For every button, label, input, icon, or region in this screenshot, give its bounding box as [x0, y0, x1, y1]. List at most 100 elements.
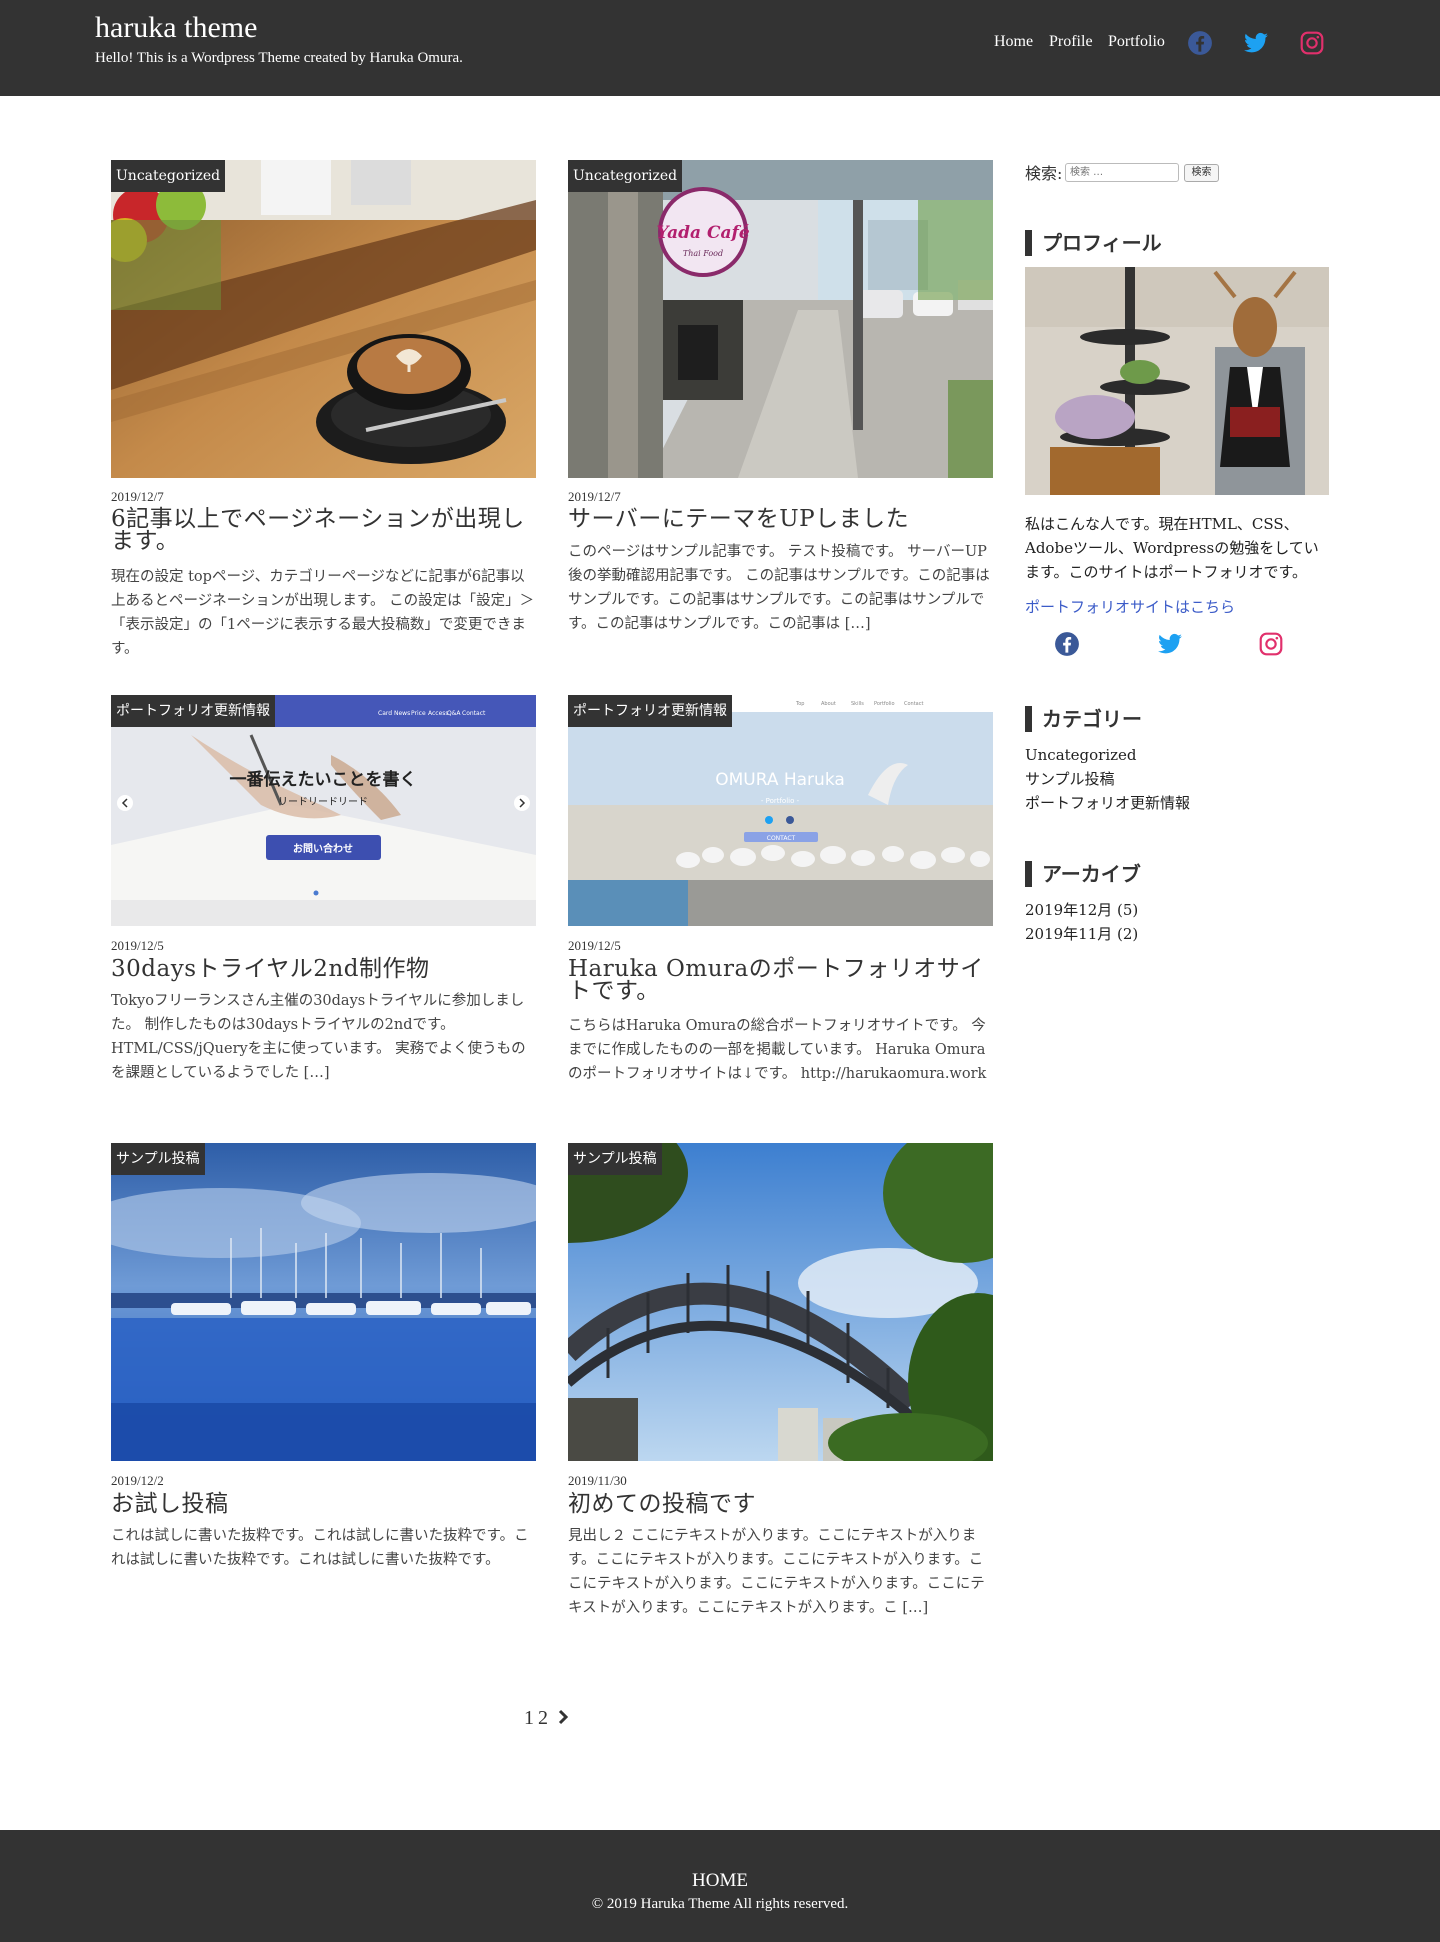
profile-text: 私はこんな人です。現在HTML、CSS、Adobeツール、Wordpressの勉…	[1025, 515, 1319, 581]
post-date: 2019/12/7	[111, 489, 164, 504]
lp-nav-card: Card	[378, 710, 392, 717]
footer-copyright: © 2019 Haruka Theme All rights reserved.	[591, 1896, 849, 1912]
page-number-current: 1	[524, 1707, 534, 1729]
post-card: Card News Price Access Q&A Contact 一番伝えた…	[111, 695, 536, 1115]
post-title[interactable]: 30daysトライヤル2nd制作物	[111, 958, 536, 981]
twitter-icon[interactable]	[1243, 30, 1269, 56]
twitter-icon[interactable]	[1157, 631, 1183, 657]
category-tag[interactable]: ポートフォリオ更新情報	[111, 695, 275, 727]
category-link[interactable]: サンプル投稿	[1025, 770, 1115, 788]
category-tag[interactable]: ポートフォリオ更新情報	[568, 695, 732, 727]
post-date: 2019/12/2	[111, 1473, 164, 1488]
pf-nav-contact: Contact	[904, 701, 923, 707]
facebook-icon[interactable]	[1054, 631, 1080, 657]
harbour-bridge-image	[568, 1143, 993, 1461]
site-footer: HOME © 2019 Haruka Theme All rights rese…	[0, 1830, 1440, 1942]
site-header: haruka theme Hello! This is a Wordpress …	[0, 0, 1440, 96]
pf-nav-about: About	[821, 701, 836, 707]
search-button[interactable]: 検索	[1184, 164, 1219, 182]
category-tag[interactable]: サンプル投稿	[111, 1143, 205, 1175]
post-thumbnail[interactable]: Uncategorized	[111, 160, 536, 478]
pf-nav-skills: Skills	[851, 701, 864, 707]
instagram-icon[interactable]	[1299, 30, 1325, 56]
category-tag[interactable]: サンプル投稿	[568, 1143, 662, 1175]
archive-widget-title: アーカイブ	[1025, 861, 1141, 887]
post-excerpt: 見出し２ ここにテキストが入ります。ここにテキストが入ります。ここにテキストが入…	[568, 1528, 985, 1616]
category-link[interactable]: ポートフォリオ更新情報	[1025, 794, 1190, 812]
profile-widget-title: プロフィール	[1025, 230, 1162, 256]
post-date: 2019/12/5	[111, 938, 164, 953]
post-title[interactable]: お試し投稿	[111, 1493, 536, 1516]
post-title[interactable]: 6記事以上でページネーションが出現します。	[111, 508, 536, 553]
lp-nav-contact: Contact	[462, 710, 486, 717]
lp-nav-access: Access	[428, 710, 449, 717]
page-number-link[interactable]: 2	[538, 1707, 548, 1729]
post-card: Yada Café Thai Food Uncategorized 2019/1…	[568, 160, 993, 660]
facebook-icon[interactable]	[1187, 30, 1213, 56]
post-title[interactable]: 初めての投稿です	[568, 1493, 993, 1516]
post-date: 2019/11/30	[568, 1473, 627, 1488]
cafe-sign-name: Yada Café	[656, 223, 750, 243]
list-item: ポートフォリオ更新情報	[1025, 791, 1190, 815]
nav-portfolio-link[interactable]: Portfolio	[1108, 33, 1165, 51]
lp-contact-button: お問い合わせ	[293, 842, 353, 855]
post-date: 2019/12/5	[568, 938, 621, 953]
category-tag[interactable]: Uncategorized	[111, 160, 226, 192]
post-date: 2019/12/7	[568, 489, 621, 504]
pf-name: OMURA Haruka	[715, 770, 845, 790]
chevron-right-icon[interactable]	[557, 1709, 569, 1725]
post-thumbnail[interactable]: サンプル投稿	[111, 1143, 536, 1461]
post-title[interactable]: Haruka Omuraのポートフォリオサイトです。	[568, 958, 993, 1003]
cafe-sign-sub: Thai Food	[683, 249, 723, 258]
list-item: Uncategorized	[1025, 743, 1190, 767]
lp-headline: 一番伝えたいことを書く	[230, 769, 417, 790]
list-item: 2019年12月 (5)	[1025, 898, 1138, 922]
nav-home-link[interactable]: Home	[994, 33, 1033, 51]
footer-home-link[interactable]: HOME	[0, 1870, 1440, 1892]
post-card: サンプル投稿 2019/11/30 初めての投稿です 見出し２ ここにテキストが…	[568, 1143, 993, 1643]
category-widget-title: カテゴリー	[1025, 706, 1142, 732]
post-card: Uncategorized 2019/12/7 6記事以上でページネーションが出…	[111, 160, 536, 660]
portfolio-site-link[interactable]: ポートフォリオサイトはこちら	[1025, 596, 1235, 617]
category-list: Uncategorized サンプル投稿 ポートフォリオ更新情報	[1025, 743, 1190, 815]
pf-contact-button: CONTACT	[767, 835, 796, 842]
nav-profile-link[interactable]: Profile	[1049, 33, 1093, 51]
post-excerpt: こちらはHaruka Omuraの総合ポートフォリオサイトです。 今までに作成し…	[568, 1018, 987, 1082]
post-thumbnail[interactable]: Card News Price Access Q&A Contact 一番伝えた…	[111, 695, 536, 926]
archive-list: 2019年12月 (5) 2019年11月 (2)	[1025, 898, 1138, 946]
site-description: Hello! This is a Wordpress Theme created…	[95, 50, 463, 66]
lp-nav-news: News	[394, 710, 410, 717]
landing-page-screenshot-image: Card News Price Access Q&A Contact 一番伝えた…	[111, 695, 536, 926]
category-tag[interactable]: Uncategorized	[568, 160, 683, 192]
post-excerpt: これは試しに書いた抜粋です。これは試しに書いた抜粋です。これは試しに書いた抜粋で…	[111, 1528, 529, 1568]
post-card: Top About Skills Portfolio Contact OMURA…	[568, 695, 993, 1115]
post-title[interactable]: サーバーにテーマをUPしました	[568, 508, 993, 531]
pf-sub: - Portfolio -	[761, 797, 800, 805]
post-thumbnail[interactable]: サンプル投稿	[568, 1143, 993, 1461]
cafe-street-image: Yada Café Thai Food	[568, 160, 993, 478]
search-input[interactable]	[1065, 163, 1179, 182]
category-link[interactable]: Uncategorized	[1025, 746, 1137, 764]
archive-link[interactable]: 2019年12月 (5)	[1025, 901, 1138, 919]
post-thumbnail[interactable]: Yada Café Thai Food Uncategorized	[568, 160, 993, 478]
pf-nav-portfolio: Portfolio	[874, 701, 895, 707]
pf-nav-top: Top	[795, 701, 804, 707]
post-excerpt: 現在の設定 topページ、カテゴリーページなどに記事が6記事以上あるとページネー…	[111, 569, 535, 657]
pagination: 12	[524, 1707, 569, 1730]
instagram-icon[interactable]	[1258, 631, 1284, 657]
post-excerpt: Tokyoフリーランスさん主催の30daysトライヤルに参加しました。 制作した…	[111, 993, 526, 1081]
search-label: 検索:	[1025, 164, 1063, 183]
site-title[interactable]: haruka theme	[95, 9, 257, 47]
post-excerpt: このページはサンプル記事です。 テスト投稿です。 サーバーUP後の挙動確認用記事…	[568, 544, 990, 632]
post-card: サンプル投稿 2019/12/2 お試し投稿 これは試しに書いた抜粋です。これは…	[111, 1143, 536, 1643]
lp-nav-qa: Q&A	[447, 710, 461, 717]
list-item: サンプル投稿	[1025, 767, 1190, 791]
coffee-latte-image	[111, 160, 536, 478]
marina-image	[111, 1143, 536, 1461]
lp-lead: リードリードリード	[278, 797, 368, 808]
post-thumbnail[interactable]: Top About Skills Portfolio Contact OMURA…	[568, 695, 993, 926]
lp-nav-price: Price	[411, 710, 426, 717]
list-item: 2019年11月 (2)	[1025, 922, 1138, 946]
profile-photo	[1025, 267, 1329, 495]
archive-link[interactable]: 2019年11月 (2)	[1025, 925, 1138, 943]
